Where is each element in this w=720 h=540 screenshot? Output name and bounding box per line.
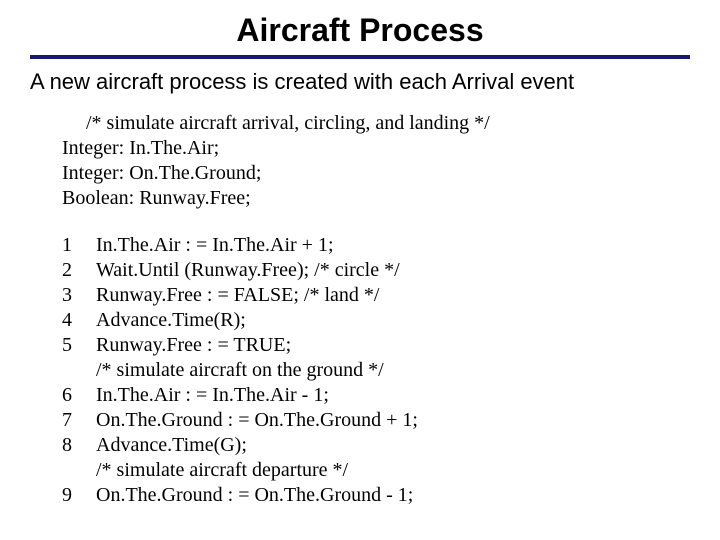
line-number: 7 bbox=[62, 408, 96, 433]
code-text: Wait.Until (Runway.Free); /* circle */ bbox=[96, 258, 418, 283]
subtitle: A new aircraft process is created with e… bbox=[30, 69, 690, 95]
slide: Aircraft Process A new aircraft process … bbox=[0, 0, 720, 540]
line-number bbox=[62, 358, 96, 383]
page-title: Aircraft Process bbox=[30, 10, 690, 55]
line-number: 6 bbox=[62, 383, 96, 408]
code-row: 4 Advance.Time(R); bbox=[62, 308, 418, 333]
code-row: /* simulate aircraft on the ground */ bbox=[62, 358, 418, 383]
line-number: 4 bbox=[62, 308, 96, 333]
code-text: /* simulate aircraft departure */ bbox=[96, 458, 418, 483]
line-number bbox=[62, 458, 96, 483]
code-row: 3 Runway.Free : = FALSE; /* land */ bbox=[62, 283, 418, 308]
code-text: On.The.Ground : = On.The.Ground - 1; bbox=[96, 483, 418, 508]
decl-line: Boolean: Runway.Free; bbox=[62, 186, 690, 211]
code-text: On.The.Ground : = On.The.Ground + 1; bbox=[96, 408, 418, 433]
line-number: 5 bbox=[62, 333, 96, 358]
code-text: /* simulate aircraft on the ground */ bbox=[96, 358, 418, 383]
code-text: In.The.Air : = In.The.Air + 1; bbox=[96, 233, 418, 258]
code-row: /* simulate aircraft departure */ bbox=[62, 458, 418, 483]
declarations-block: /* simulate aircraft arrival, circling, … bbox=[62, 111, 690, 211]
decl-line: Integer: On.The.Ground; bbox=[62, 161, 690, 186]
code-row: 5 Runway.Free : = TRUE; bbox=[62, 333, 418, 358]
code-text: Runway.Free : = TRUE; bbox=[96, 333, 418, 358]
line-number: 1 bbox=[62, 233, 96, 258]
code-row: 9 On.The.Ground : = On.The.Ground - 1; bbox=[62, 483, 418, 508]
decl-line: Integer: In.The.Air; bbox=[62, 136, 690, 161]
code-row: 7 On.The.Ground : = On.The.Ground + 1; bbox=[62, 408, 418, 433]
code-block: 1 In.The.Air : = In.The.Air + 1; 2 Wait.… bbox=[62, 233, 418, 508]
line-number: 8 bbox=[62, 433, 96, 458]
code-row: 2 Wait.Until (Runway.Free); /* circle */ bbox=[62, 258, 418, 283]
line-number: 9 bbox=[62, 483, 96, 508]
title-underline bbox=[30, 55, 690, 59]
code-row: 8 Advance.Time(G); bbox=[62, 433, 418, 458]
line-number: 2 bbox=[62, 258, 96, 283]
decl-comment: /* simulate aircraft arrival, circling, … bbox=[86, 111, 690, 136]
code-text: In.The.Air : = In.The.Air - 1; bbox=[96, 383, 418, 408]
code-text: Runway.Free : = FALSE; /* land */ bbox=[96, 283, 418, 308]
line-number: 3 bbox=[62, 283, 96, 308]
code-row: 6 In.The.Air : = In.The.Air - 1; bbox=[62, 383, 418, 408]
code-row: 1 In.The.Air : = In.The.Air + 1; bbox=[62, 233, 418, 258]
code-text: Advance.Time(R); bbox=[96, 308, 418, 333]
code-text: Advance.Time(G); bbox=[96, 433, 418, 458]
